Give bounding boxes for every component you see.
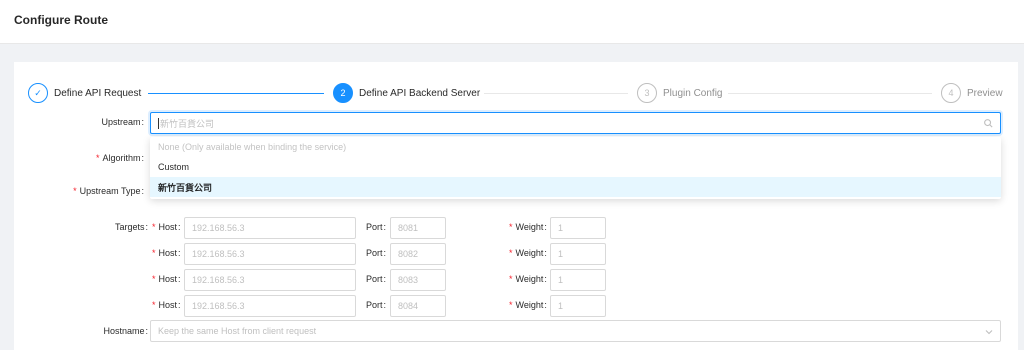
weight-input[interactable]: 1 bbox=[550, 243, 606, 265]
step-define-api-backend-server[interactable]: 2 Define API Backend Server bbox=[333, 82, 480, 104]
page-title: Configure Route bbox=[14, 13, 108, 27]
step-define-api-request[interactable]: ✓ Define API Request bbox=[28, 82, 141, 104]
weight-input[interactable]: 1 bbox=[550, 217, 606, 239]
dropdown-option-custom[interactable]: Custom bbox=[150, 157, 1001, 177]
step-number: 2 bbox=[333, 83, 353, 103]
search-icon bbox=[984, 119, 993, 128]
upstream-select-value: 新竹百貨公司 bbox=[160, 118, 215, 129]
dropdown-option-selected[interactable]: 新竹百貨公司 bbox=[150, 177, 1001, 197]
step-title: Define API Backend Server bbox=[359, 87, 481, 99]
upstream-label: Upstream: bbox=[101, 117, 144, 127]
weight-label: * Weight: bbox=[509, 274, 547, 284]
check-icon: ✓ bbox=[28, 83, 48, 103]
port-input[interactable]: 8082 bbox=[390, 243, 446, 265]
hostname-label: Hostname: bbox=[103, 326, 148, 336]
host-label: * Host: bbox=[152, 300, 181, 310]
step-number: 4 bbox=[941, 83, 961, 103]
upstream-dropdown: None (Only available when binding the se… bbox=[150, 137, 1001, 199]
step-connector bbox=[728, 93, 932, 94]
port-input[interactable]: 8081 bbox=[390, 217, 446, 239]
upstream-type-label: * Upstream Type: bbox=[73, 186, 144, 196]
port-input[interactable]: 8084 bbox=[390, 295, 446, 317]
port-label: Port: bbox=[366, 300, 387, 310]
page-header: Configure Route bbox=[0, 0, 1024, 44]
hostname-select[interactable]: Keep the same Host from client request bbox=[150, 320, 1001, 342]
weight-label: * Weight: bbox=[509, 222, 547, 232]
hostname-placeholder: Keep the same Host from client request bbox=[158, 326, 317, 336]
host-label: * Host: bbox=[152, 222, 181, 232]
host-input[interactable]: 192.168.56.3 bbox=[184, 295, 356, 317]
host-label: * Host: bbox=[152, 274, 181, 284]
weight-input[interactable]: 1 bbox=[550, 269, 606, 291]
algorithm-label: * Algorithm: bbox=[95, 153, 144, 163]
port-label: Port: bbox=[366, 274, 387, 284]
port-input[interactable]: 8083 bbox=[390, 269, 446, 291]
weight-label: * Weight: bbox=[509, 300, 547, 310]
step-plugin-config[interactable]: 3 Plugin Config bbox=[637, 82, 722, 104]
targets-label: Targets: bbox=[114, 222, 148, 232]
port-label: Port: bbox=[366, 248, 387, 258]
host-input[interactable]: 192.168.56.3 bbox=[184, 217, 356, 239]
step-connector bbox=[484, 93, 628, 94]
step-title: Plugin Config bbox=[663, 87, 723, 99]
dropdown-option-none: None (Only available when binding the se… bbox=[158, 142, 347, 152]
weight-input[interactable]: 1 bbox=[550, 295, 606, 317]
step-connector bbox=[148, 93, 324, 94]
host-input[interactable]: 192.168.56.3 bbox=[184, 243, 356, 265]
step-preview[interactable]: 4 Preview bbox=[941, 82, 1003, 104]
step-title: Preview bbox=[967, 87, 1003, 99]
upstream-select[interactable]: 新竹百貨公司 bbox=[150, 112, 1001, 134]
step-title: Define API Request bbox=[54, 87, 142, 99]
weight-label: * Weight: bbox=[509, 248, 547, 258]
host-label: * Host: bbox=[152, 248, 181, 258]
chevron-down-icon bbox=[985, 330, 993, 335]
port-label: Port: bbox=[366, 222, 387, 232]
text-cursor bbox=[158, 117, 159, 129]
step-number: 3 bbox=[637, 83, 657, 103]
host-input[interactable]: 192.168.56.3 bbox=[184, 269, 356, 291]
